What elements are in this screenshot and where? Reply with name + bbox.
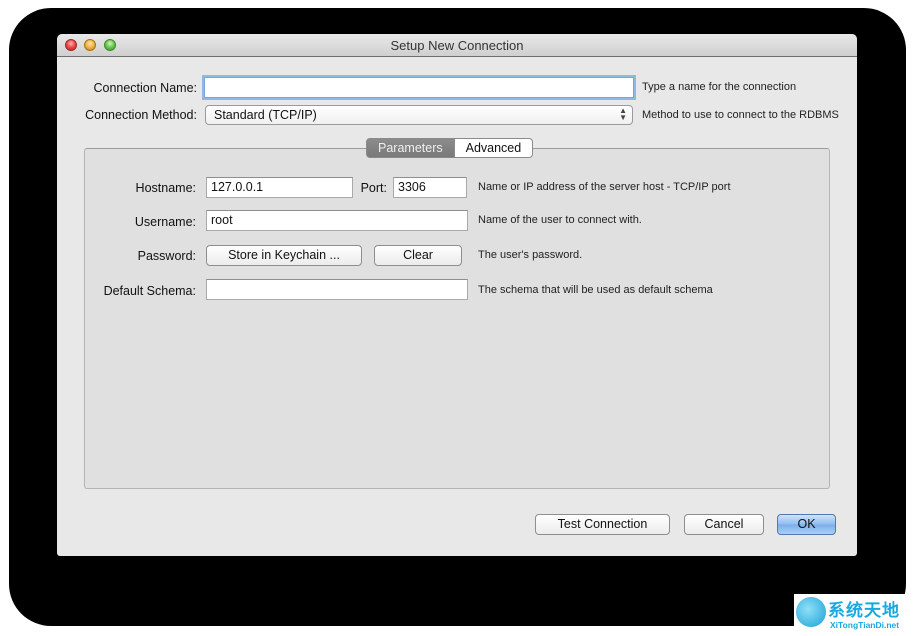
connection-method-hint: Method to use to connect to the RDBMS: [642, 109, 839, 121]
clear-password-button[interactable]: Clear: [374, 245, 462, 266]
cancel-button[interactable]: Cancel: [684, 514, 764, 535]
connection-name-hint: Type a name for the connection: [642, 81, 797, 93]
username-label: Username:: [134, 215, 196, 229]
window-title: Setup New Connection: [390, 38, 524, 53]
select-stepper-icon: ▲ ▼: [619, 106, 627, 122]
watermark-text-cn: 系统天地: [828, 601, 900, 621]
watermark-text-en: XiTongTianDi.net: [830, 620, 900, 630]
test-connection-button[interactable]: Test Connection: [535, 514, 670, 535]
tab-parameters[interactable]: Parameters: [366, 138, 455, 158]
watermark-logo-icon: [796, 597, 826, 627]
parameters-panel: [84, 148, 830, 489]
tab-bar: Parameters Advanced: [366, 138, 534, 158]
setup-connection-dialog: Setup New Connection Connection Name: Ty…: [57, 34, 857, 556]
store-in-keychain-button[interactable]: Store in Keychain ...: [206, 245, 362, 266]
password-label: Password:: [137, 249, 196, 263]
default-schema-hint: The schema that will be used as default …: [478, 284, 713, 296]
watermark: 系统天地 XiTongTianDi.net: [794, 594, 912, 634]
title-bar: Setup New Connection: [57, 34, 857, 57]
connection-method-value: Standard (TCP/IP): [214, 108, 317, 122]
tab-advanced[interactable]: Advanced: [454, 138, 534, 158]
ok-button[interactable]: OK: [777, 514, 836, 535]
hostname-hint: Name or IP address of the server host - …: [478, 181, 731, 193]
connection-method-select[interactable]: Standard (TCP/IP) ▲ ▼: [205, 105, 633, 125]
hostname-input[interactable]: 127.0.0.1: [206, 177, 353, 198]
port-input[interactable]: 3306: [393, 177, 467, 198]
port-label: Port:: [360, 181, 387, 195]
hostname-label: Hostname:: [135, 181, 196, 195]
password-hint: The user's password.: [478, 249, 583, 261]
default-schema-input[interactable]: [206, 279, 468, 300]
username-hint: Name of the user to connect with.: [478, 214, 642, 226]
connection-name-input[interactable]: [204, 77, 634, 98]
connection-method-label: Connection Method:: [85, 108, 197, 122]
connection-name-label: Connection Name:: [93, 81, 197, 95]
username-input[interactable]: root: [206, 210, 468, 231]
default-schema-label: Default Schema:: [103, 284, 196, 298]
